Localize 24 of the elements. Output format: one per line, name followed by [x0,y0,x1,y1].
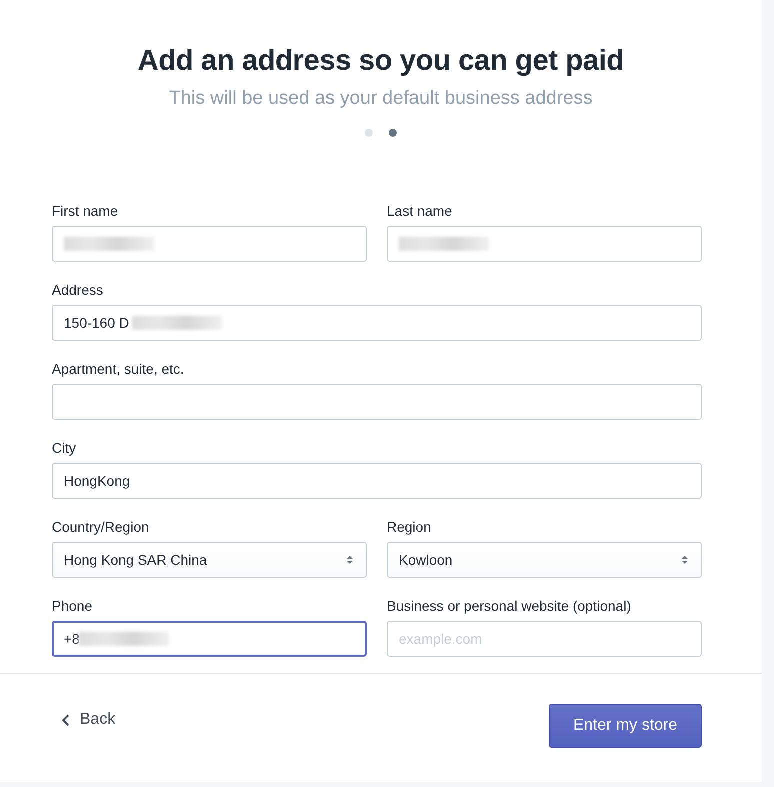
field-label: Business or personal website (optional) [387,597,632,616]
select-field[interactable]: Kowloon [387,542,702,578]
field-label: Country/Region [52,518,150,538]
field-label: Region [387,518,432,538]
chevron-left-icon [62,714,70,727]
step-dot[interactable] [389,129,397,138]
input-field[interactable]: example.com [387,621,702,658]
select-arrows-icon [681,554,689,566]
select-arrows-icon [346,554,354,566]
field-label: Phone [52,597,92,616]
step-dot[interactable] [365,129,373,138]
field-label: First name [52,202,118,222]
field-label: Apartment, suite, etc. [52,360,184,380]
field-label: Address [52,281,104,300]
input-field[interactable] [52,384,702,420]
page-subtitle: This will be used as your default business address [168,86,594,111]
select-field[interactable]: Hong Kong SAR China [52,542,367,578]
field-label: City [52,439,76,458]
page-title: Add an address so you can get paid [136,44,626,79]
input-field[interactable]: HongKong [52,463,702,500]
field-label: Last name [387,202,452,222]
back-button[interactable]: Back [58,704,120,736]
input-field[interactable]: 150-160 D [52,305,702,342]
submit-button[interactable]: Enter my store [549,704,702,748]
